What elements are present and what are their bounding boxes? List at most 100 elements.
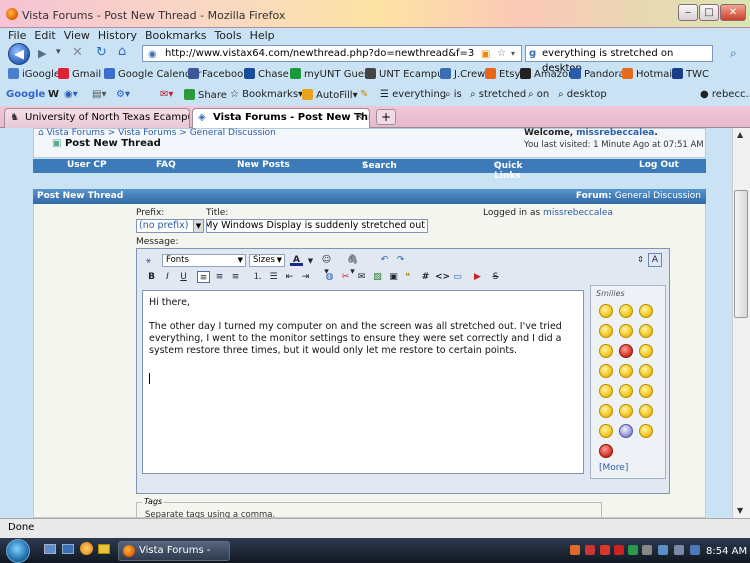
italic-icon[interactable]: I — [161, 271, 174, 283]
unordered-list-icon[interactable]: ☰ — [267, 271, 280, 283]
rss-icon[interactable]: ▣ — [481, 47, 490, 62]
bookmarks-button[interactable]: ☆ Bookmarks▾ — [230, 89, 303, 100]
smilie-icon[interactable] — [619, 304, 633, 318]
forward-button[interactable]: ▶ — [38, 47, 46, 60]
smilie-icon[interactable] — [599, 344, 613, 358]
bookmark-twc[interactable]: TWC — [672, 68, 709, 80]
align-right-icon[interactable]: ≡ — [229, 271, 242, 283]
smilie-icon[interactable] — [619, 364, 633, 378]
page-icon[interactable]: ▤▾ — [92, 89, 106, 100]
tray-icon[interactable] — [570, 545, 580, 555]
size-select[interactable]: Sizes ▼ — [249, 254, 285, 267]
text-color-icon[interactable]: A — [290, 254, 303, 266]
resize-icon[interactable]: ⇕ — [634, 254, 647, 266]
smilie-icon[interactable] — [639, 364, 653, 378]
wikipedia-icon[interactable]: W — [48, 89, 59, 100]
minimize-button[interactable]: ‒ — [678, 4, 698, 21]
bold-icon[interactable]: B — [145, 271, 158, 283]
nav-faq[interactable]: FAQ — [156, 160, 176, 170]
breadcrumb-home-icon[interactable]: ⌂ — [38, 128, 44, 138]
tray-icon[interactable] — [600, 545, 610, 555]
tab-unt-ecampus[interactable]: ♞ University of North Texas Ecampus — [4, 108, 190, 128]
indent-icon[interactable]: ⇥ — [299, 271, 312, 283]
menu-edit[interactable]: Edit — [34, 29, 55, 42]
smilie-icon[interactable] — [599, 324, 613, 338]
power-icon[interactable] — [690, 545, 700, 555]
tray-icon[interactable] — [585, 545, 595, 555]
menu-bookmarks[interactable]: Bookmarks — [145, 29, 206, 42]
search-engine-icon[interactable]: g — [529, 46, 536, 61]
scrollbar-thumb[interactable] — [734, 190, 748, 318]
bookmark-google-calendar[interactable]: Google Calendar — [104, 68, 201, 80]
search-icon[interactable]: ⌕ — [730, 46, 737, 61]
switch-windows-icon[interactable] — [62, 544, 74, 554]
menu-file[interactable]: File — [8, 29, 26, 42]
smilie-icon[interactable] — [639, 304, 653, 318]
insert-link-icon[interactable]: ◍ — [323, 271, 336, 283]
switch-editor-icon[interactable]: ⚹ — [142, 255, 155, 267]
new-tab-button[interactable]: + — [376, 109, 396, 125]
devil-smilie-icon[interactable] — [599, 444, 613, 458]
nav-user-cp[interactable]: User CP — [67, 160, 107, 170]
code-icon[interactable]: # — [419, 271, 432, 283]
home-icon[interactable]: ⌂ — [118, 44, 126, 59]
start-button[interactable] — [6, 539, 30, 563]
tray-icon[interactable] — [614, 545, 624, 555]
options-icon[interactable]: ⚙▾ — [116, 89, 130, 100]
tab-close-icon[interactable]: ✕ — [355, 109, 363, 127]
globe-icon[interactable]: ◉▾ — [64, 89, 78, 100]
smilie-icon[interactable] — [639, 404, 653, 418]
maximize-button[interactable]: □ — [699, 4, 719, 21]
ordered-list-icon[interactable]: ⒈ — [251, 271, 264, 283]
menu-tools[interactable]: Tools — [214, 29, 241, 42]
smilie-icon[interactable] — [619, 424, 633, 438]
smilie-menu-icon[interactable]: ☺▾ — [320, 254, 333, 277]
message-textarea[interactable]: Hi there, The other day I turned my comp… — [142, 290, 584, 474]
smilie-icon[interactable] — [599, 424, 613, 438]
network-icon[interactable] — [658, 545, 668, 555]
title-input[interactable]: My Windows Display is suddenly stretched… — [206, 219, 428, 233]
bookmark-etsy[interactable]: Etsy — [485, 68, 520, 80]
outdent-icon[interactable]: ⇤ — [283, 271, 296, 283]
smilie-icon[interactable] — [599, 384, 613, 398]
history-dropdown-icon[interactable]: ▾ — [56, 47, 61, 57]
bookmark-jcrew[interactable]: J.Crew — [440, 68, 485, 80]
back-button[interactable]: ◀ — [8, 43, 30, 65]
quicklaunch-firefox-icon[interactable] — [80, 542, 93, 555]
html-icon[interactable]: <> — [435, 271, 450, 283]
close-button[interactable]: ✕ — [720, 4, 746, 21]
address-bar[interactable]: ◉ http://www.vistax64.com/newthread.php?… — [142, 45, 522, 62]
smilie-icon[interactable] — [619, 324, 633, 338]
strikethrough-icon[interactable]: S — [489, 271, 502, 283]
term-on[interactable]: ⌕ on — [528, 89, 549, 100]
attachment-icon[interactable]: 🖇▾ — [346, 254, 359, 277]
bookmark-myunt-guest[interactable]: myUNT Guest — [290, 68, 373, 80]
tab-vista-forums[interactable]: ◈ Vista Forums - Post New Thread ✕ — [192, 108, 370, 128]
color-dropdown-icon[interactable]: ▼ — [304, 255, 317, 267]
google-user[interactable]: ● rebecc... — [700, 89, 750, 100]
bookmark-chase[interactable]: Chase — [244, 68, 289, 80]
stop-icon[interactable]: ✕ — [72, 45, 83, 60]
bookmark-hotmail[interactable]: Hotmail — [622, 68, 675, 80]
insert-image-icon[interactable]: ▨ — [371, 271, 384, 283]
prefix-select[interactable]: (no prefix) ▼ — [136, 219, 204, 233]
insert-email-icon[interactable]: ✉ — [355, 271, 368, 283]
term-desktop[interactable]: ⌕ desktop — [558, 89, 607, 100]
angry-smilie-icon[interactable] — [619, 344, 633, 358]
mail-icon[interactable]: ✉▾ — [160, 89, 173, 100]
redo-icon[interactable]: ↷ — [394, 254, 407, 266]
reload-icon[interactable]: ↻ — [96, 45, 107, 60]
scroll-up-icon[interactable]: ▲ — [737, 130, 743, 139]
menu-history[interactable]: History — [98, 29, 137, 42]
bookmark-igoogle[interactable]: iGoogle — [8, 68, 60, 80]
bookmark-star-icon[interactable]: ☆ — [497, 46, 506, 61]
insert-video-icon[interactable]: ▣ — [387, 271, 400, 283]
smilie-icon[interactable] — [639, 344, 653, 358]
volume-icon[interactable] — [674, 545, 684, 555]
term-is[interactable]: ⌕ is — [445, 89, 462, 100]
smilie-icon[interactable] — [639, 384, 653, 398]
smilie-icon[interactable] — [619, 384, 633, 398]
bookmark-pandora[interactable]: Pandora — [570, 68, 625, 80]
quicklaunch-folder-icon[interactable] — [98, 544, 110, 554]
search-input[interactable]: g everything is stretched on desktop — [525, 45, 713, 74]
